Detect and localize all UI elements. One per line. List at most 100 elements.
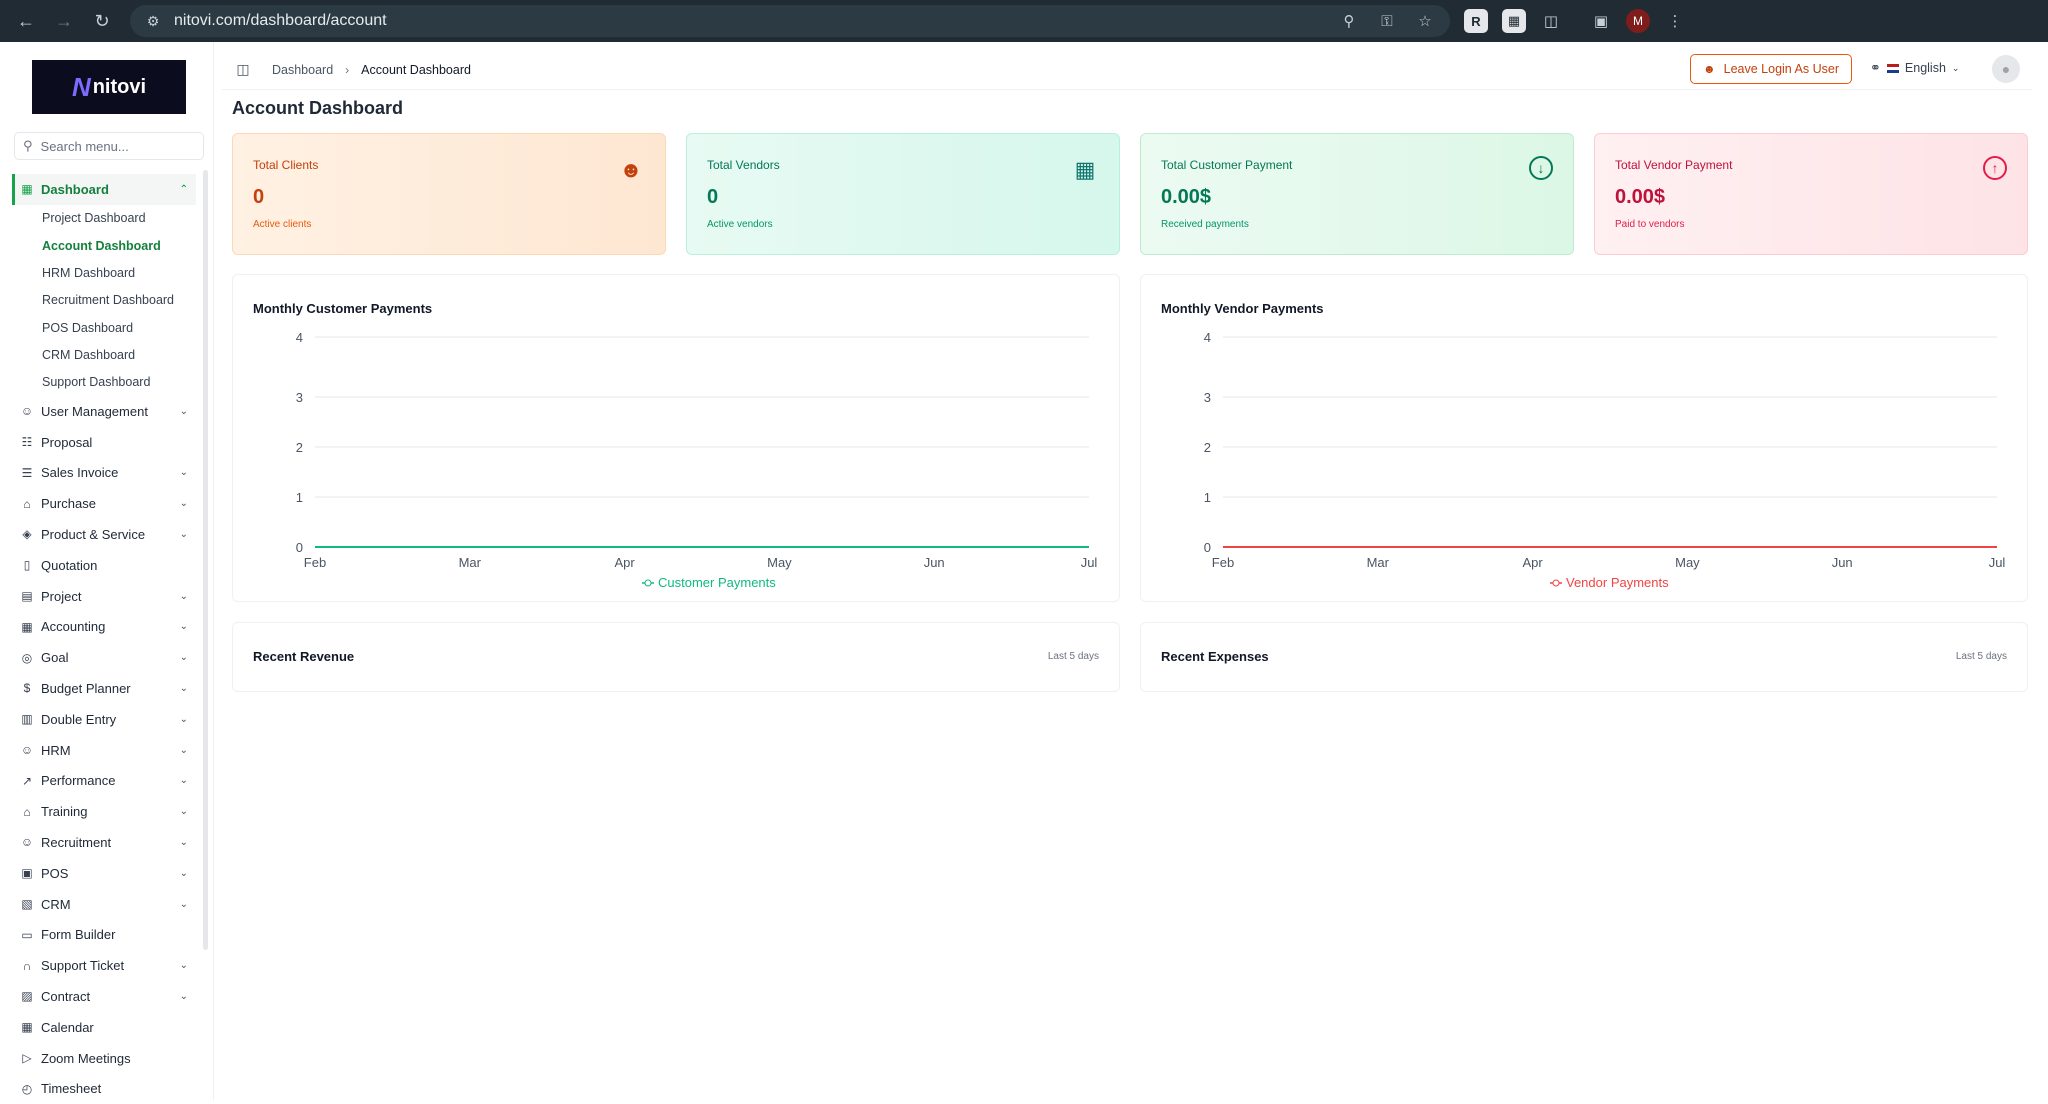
sidebar-item-budget-planner[interactable]: $ Budget Planner ⌄ — [12, 673, 196, 704]
sidebar-subitem-crm-dashboard[interactable]: CRM Dashboard — [12, 341, 196, 368]
sidebar-item-label: Timesheet — [41, 1081, 102, 1097]
sidebar-item-user-management[interactable]: ☺ User Management ⌄ — [12, 396, 196, 427]
sidebar-item-contract[interactable]: ▨ Contract ⌄ — [12, 981, 196, 1012]
sidebar-item-support-ticket[interactable]: ∩ Support Ticket ⌄ — [12, 950, 196, 981]
stat-value: 0 — [707, 186, 719, 208]
sidebar-item-calendar[interactable]: ▦ Calendar — [12, 1012, 196, 1043]
grid-icon: ▦ — [21, 182, 33, 197]
recent-revenue-panel: Recent Revenue Last 5 days — [232, 622, 1120, 692]
sidebar-search-input[interactable] — [40, 138, 191, 154]
x-tick-label: Jun — [1832, 555, 1853, 570]
y-tick-label: 1 — [296, 490, 303, 505]
brand-logo[interactable]: N nitovi — [32, 60, 186, 114]
hrm-icon: ☺ — [20, 743, 34, 758]
sidebar-item-pos[interactable]: ▣ POS ⌄ — [12, 858, 196, 889]
sidebar-item-label: Zoom Meetings — [41, 1050, 131, 1066]
sidebar-module-list: ☺ User Management ⌄ ☷ Proposal ☰ Sales Invoice… — [12, 396, 196, 1104]
sidebar-item-label: Double Entry — [41, 711, 117, 727]
language-label: English — [1904, 61, 1946, 75]
sidebar-item-accounting[interactable]: ▦ Accounting ⌄ — [12, 611, 196, 642]
sidebar-subitem-project-dashboard[interactable]: Project Dashboard — [12, 205, 196, 232]
site-settings-icon[interactable]: ⚙ — [144, 12, 162, 30]
x-tick-label: Apr — [614, 555, 635, 570]
search-icon: ⚲ — [23, 138, 33, 153]
legend-label[interactable]: Customer Payments — [658, 575, 776, 590]
legend-marker-dot — [1552, 579, 1560, 587]
x-tick-label: Feb — [1212, 555, 1234, 570]
extension-badge-icon[interactable]: ▦ — [1502, 9, 1526, 33]
extension-r-icon[interactable]: R — [1464, 9, 1488, 33]
sidebar-item-training[interactable]: ⌂ Training ⌄ — [12, 796, 196, 827]
browser-toolbar: ← → ↻ ⚙ nitovi.com/dashboard/account ⚲ ⚿… — [0, 0, 2048, 42]
zoom-icon[interactable]: ⚲ — [1338, 10, 1360, 32]
y-tick-label: 1 — [1204, 490, 1211, 505]
sidebar-item-project[interactable]: ▤ Project ⌄ — [12, 581, 196, 612]
stat-value: 0.00$ — [1161, 186, 1212, 208]
sidebar-scrollbar[interactable] — [203, 170, 208, 950]
sidebar-search: ⚲ — [14, 132, 204, 160]
sidebar-item-goal[interactable]: ◎ Goal ⌄ — [12, 642, 196, 673]
y-tick-label: 4 — [296, 330, 303, 345]
language-selector[interactable]: ⚭ English ⌄ — [1870, 60, 1959, 76]
address-bar[interactable]: ⚙ nitovi.com/dashboard/account ⚲ ⚿ ☆ — [130, 5, 1450, 37]
sidebar-item-purchase[interactable]: ⌂ Purchase ⌄ — [12, 488, 196, 519]
chevron-down-icon: ⌄ — [179, 713, 188, 725]
sidebar-item-zoom-meetings[interactable]: ▷ Zoom Meetings — [12, 1043, 196, 1074]
leave-login-as-user-button[interactable]: ☻ Leave Login As User — [1690, 54, 1852, 84]
sidebar-item-label: Project — [41, 588, 82, 604]
vendor-payments-chart: 0 1 2 3 4 Feb Mar Apr May Jun Jul Vendor Payments — [1204, 330, 2006, 590]
sidebar-item-sales-invoice[interactable]: ☰ Sales Invoice ⌄ — [12, 457, 196, 488]
sidebar-item-label: CRM — [41, 896, 71, 912]
bookmark-star-icon[interactable]: ☆ — [1414, 10, 1436, 32]
sidebar-item-label: Training — [41, 804, 88, 820]
password-key-icon[interactable]: ⚿ — [1376, 10, 1398, 32]
sidebar-item-label: Support Ticket — [41, 958, 125, 974]
sidebar-item-label: Performance — [41, 773, 116, 789]
sidebar-item-product-service[interactable]: ◈ Product & Service ⌄ — [12, 519, 196, 550]
recent-revenue-range: Last 5 days — [1047, 651, 1099, 662]
recent-expenses-title: Recent Expenses — [1161, 649, 1269, 664]
sidebar-item-quotation[interactable]: ▯ Quotation — [12, 550, 196, 581]
y-tick-label: 2 — [296, 440, 303, 455]
breadcrumb-dashboard[interactable]: Dashboard — [272, 63, 333, 77]
sidebar-item-dashboard[interactable]: ▦ Dashboard ⌃ — [12, 174, 196, 205]
stat-label: Total Vendor Payment — [1615, 158, 1733, 172]
screenshot-icon[interactable]: ▣ — [1590, 10, 1612, 32]
sidebar-subitem-recruitment-dashboard[interactable]: Recruitment Dashboard — [12, 287, 196, 314]
sidebar-item-hrm[interactable]: ☺ HRM ⌄ — [12, 735, 196, 766]
browser-menu-icon[interactable]: ⋮ — [1664, 10, 1686, 32]
sidebar-subitem-hrm-dashboard[interactable]: HRM Dashboard — [12, 259, 196, 286]
extensions-puzzle-icon[interactable]: ◫ — [1540, 10, 1562, 32]
sidebar-item-recruitment[interactable]: ☺ Recruitment ⌄ — [12, 827, 196, 858]
stat-card-total-vendor-payment: Total Vendor Payment 0.00$ Paid to vendo… — [1594, 133, 2028, 255]
sidebar-item-form-builder[interactable]: ▭ Form Builder — [12, 919, 196, 950]
target-icon: ◎ — [21, 650, 33, 665]
sidebar-subitem-pos-dashboard[interactable]: POS Dashboard — [12, 314, 196, 341]
stat-label: Total Clients — [253, 158, 319, 172]
sidebar-subitem-account-dashboard[interactable]: Account Dashboard — [12, 232, 196, 259]
sidebar-item-proposal[interactable]: ☷ Proposal — [12, 427, 196, 458]
book-icon: ▥ — [21, 712, 33, 727]
browser-profile-avatar[interactable]: M — [1626, 9, 1650, 33]
sidebar-item-performance[interactable]: ↗ Performance ⌄ — [12, 765, 196, 796]
globe-icon: ⚭ — [1870, 60, 1881, 75]
sidebar-item-crm[interactable]: ▧ CRM ⌄ — [12, 889, 196, 920]
chevron-down-icon: ⌄ — [179, 652, 188, 664]
breadcrumb-current: Account Dashboard — [361, 62, 471, 77]
reload-icon[interactable]: ↻ — [90, 9, 114, 33]
sidebar-toggle-icon[interactable]: ◫ — [234, 61, 252, 79]
sidebar-subitem-support-dashboard[interactable]: Support Dashboard — [12, 369, 196, 396]
forward-icon[interactable]: → — [52, 9, 76, 33]
video-icon: ▷ — [22, 1051, 32, 1065]
legend-label[interactable]: Vendor Payments — [1566, 575, 1669, 590]
user-avatar[interactable]: ● — [1992, 55, 2020, 83]
chevron-down-icon: ⌄ — [179, 836, 188, 848]
sidebar-item-double-entry[interactable]: ▥ Double Entry ⌄ — [12, 704, 196, 735]
stat-card-total-vendors: Total Vendors 0 Active vendors ▦ — [686, 133, 1120, 255]
sidebar-item-timesheet[interactable]: ◴ Timesheet — [12, 1073, 196, 1104]
back-icon[interactable]: ← — [14, 9, 38, 33]
cart-icon: ⌂ — [23, 496, 31, 511]
y-tick-label: 3 — [1204, 390, 1211, 405]
sidebar: N nitovi ⚲ ▦ Dashboard ⌃ Project Dashboa… — [0, 42, 214, 1100]
chevron-right-icon: › — [345, 62, 350, 77]
